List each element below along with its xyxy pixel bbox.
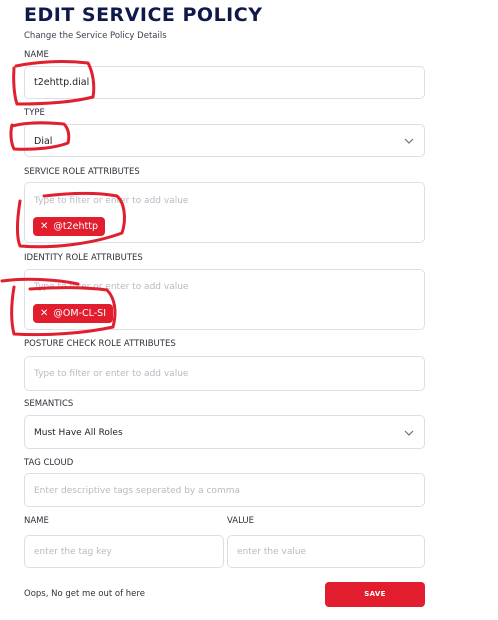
posture-roles-input[interactable]: Type to filter or enter to add value bbox=[24, 356, 425, 391]
identity-role-tag-label: @OM-CL-SI bbox=[53, 308, 107, 319]
name-input-value: t2ehttp.dial bbox=[34, 77, 90, 88]
chevron-down-icon bbox=[404, 430, 414, 436]
semantics-select-value: Must Have All Roles bbox=[34, 428, 123, 438]
service-roles-placeholder: Type to filter or enter to add value bbox=[34, 196, 189, 206]
page-subtitle: Change the Service Policy Details bbox=[24, 31, 167, 41]
posture-roles-placeholder: Type to filter or enter to add value bbox=[34, 369, 189, 379]
name-input[interactable]: t2ehttp.dial bbox=[24, 66, 425, 99]
chevron-down-icon bbox=[404, 138, 414, 144]
tag-cloud-label: TAG CLOUD bbox=[24, 458, 74, 468]
tag-name-label: NAME bbox=[24, 516, 49, 526]
service-role-tag[interactable]: ✕ @t2ehttp bbox=[33, 217, 106, 236]
service-roles-label: SERVICE ROLE ATTRIBUTES bbox=[24, 167, 140, 177]
tag-name-input[interactable]: enter the tag key bbox=[24, 535, 224, 568]
type-select-value: Dial bbox=[34, 136, 53, 147]
tag-cloud-placeholder: Enter descriptive tags seperated by a co… bbox=[34, 486, 240, 496]
service-roles-input[interactable]: Type to filter or enter to add value ✕ @t… bbox=[24, 182, 425, 243]
type-label: TYPE bbox=[24, 108, 45, 118]
type-select[interactable]: Dial bbox=[24, 124, 425, 157]
name-label: NAME bbox=[24, 50, 49, 60]
close-icon[interactable]: ✕ bbox=[40, 304, 48, 323]
identity-role-tag[interactable]: ✕ @OM-CL-SI bbox=[33, 304, 114, 323]
identity-roles-label: IDENTITY ROLE ATTRIBUTES bbox=[24, 253, 143, 263]
close-icon[interactable]: ✕ bbox=[40, 217, 48, 236]
page-title: EDIT SERVICE POLICY bbox=[24, 4, 263, 26]
service-role-tag-label: @t2ehttp bbox=[53, 221, 99, 232]
semantics-label: SEMANTICS bbox=[24, 399, 74, 409]
cancel-link[interactable]: Oops, No get me out of here bbox=[24, 589, 145, 599]
save-button[interactable]: SAVE bbox=[325, 582, 425, 607]
identity-roles-placeholder: Type to filter or enter to add value bbox=[34, 282, 189, 292]
tag-name-placeholder: enter the tag key bbox=[34, 547, 112, 557]
tag-cloud-input[interactable]: Enter descriptive tags seperated by a co… bbox=[24, 473, 425, 507]
posture-roles-label: POSTURE CHECK ROLE ATTRIBUTES bbox=[24, 339, 176, 349]
tag-value-placeholder: enter the value bbox=[237, 547, 307, 557]
semantics-select[interactable]: Must Have All Roles bbox=[24, 415, 425, 449]
tag-value-label: VALUE bbox=[227, 516, 254, 526]
tag-value-input[interactable]: enter the value bbox=[227, 535, 425, 568]
identity-roles-input[interactable]: Type to filter or enter to add value ✕ @O… bbox=[24, 269, 425, 330]
